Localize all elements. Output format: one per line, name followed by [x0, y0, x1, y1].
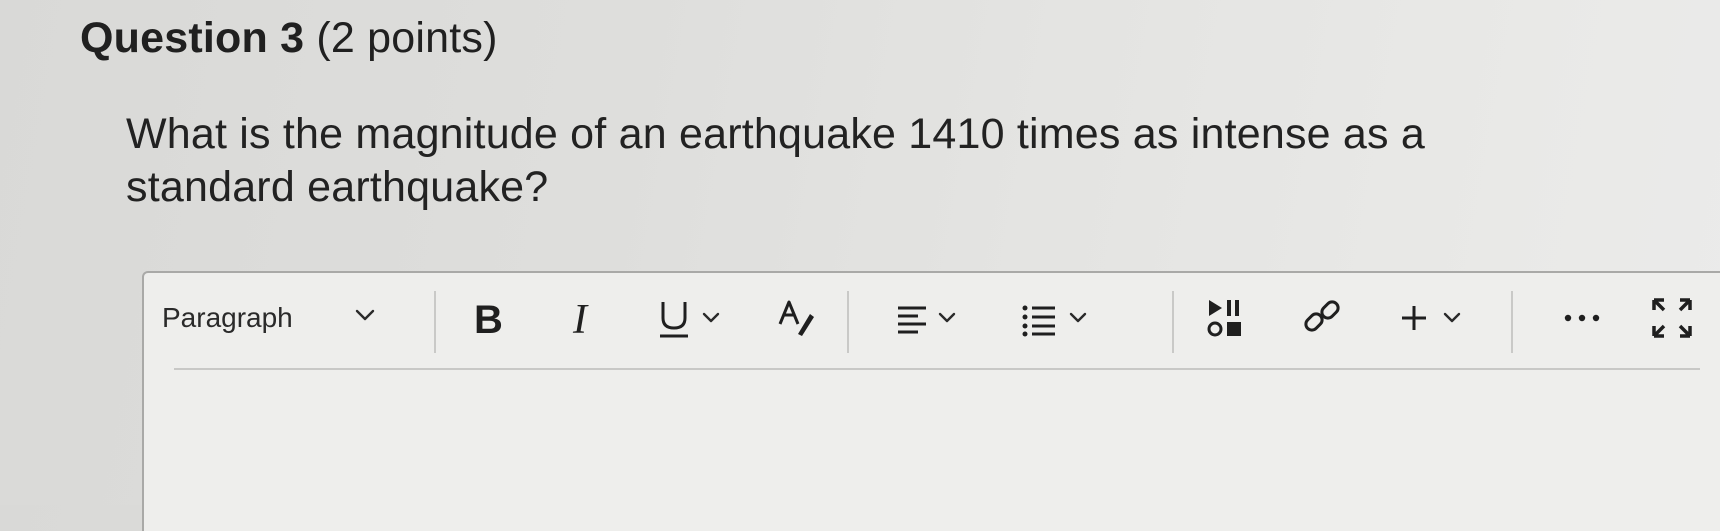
more-icon	[1563, 312, 1603, 324]
media-icon	[1206, 296, 1246, 340]
bold-button[interactable]: B	[471, 293, 511, 343]
link-button[interactable]	[1301, 293, 1345, 343]
chevron-down-icon[interactable]	[1069, 312, 1087, 324]
question-title: Question 3	[80, 14, 305, 62]
italic-icon: I	[569, 296, 603, 340]
insert-button[interactable]	[1399, 293, 1461, 343]
toolbar-divider	[1172, 291, 1174, 353]
question-points: (2 points)	[316, 14, 498, 62]
question-header: Question 3 (2 points)	[80, 14, 498, 63]
toolbar-divider	[1511, 291, 1513, 353]
paragraph-format-label: Paragraph	[162, 302, 293, 333]
svg-text:I: I	[572, 297, 589, 340]
underline-button[interactable]	[656, 293, 720, 343]
list-button[interactable]	[1021, 293, 1087, 343]
chevron-down-icon[interactable]	[938, 312, 956, 324]
align-button[interactable]	[896, 293, 956, 343]
paragraph-format-dropdown[interactable]: Paragraph	[162, 293, 382, 343]
chevron-down-icon[interactable]	[1443, 312, 1461, 324]
link-icon	[1301, 296, 1345, 340]
plus-icon	[1399, 303, 1429, 333]
align-icon	[896, 298, 928, 338]
underline-icon	[656, 296, 692, 340]
toolbar-divider-line	[174, 368, 1700, 370]
toolbar-divider	[847, 291, 849, 353]
text-format-icon	[776, 296, 816, 340]
editor-body[interactable]	[174, 383, 1700, 523]
question-text: What is the magnitude of an earthquake 1…	[126, 110, 1426, 211]
more-button[interactable]	[1563, 293, 1603, 343]
chevron-down-icon	[354, 308, 376, 322]
fullscreen-button[interactable]	[1652, 293, 1692, 343]
text-format-button[interactable]	[776, 293, 816, 343]
toolbar-divider	[434, 291, 436, 353]
chevron-down-icon[interactable]	[702, 312, 720, 324]
bold-icon: B	[471, 296, 511, 340]
fullscreen-icon	[1652, 298, 1692, 338]
rich-text-editor: Paragraph B I	[142, 271, 1720, 531]
italic-button[interactable]: I	[569, 293, 603, 343]
editor-toolbar: Paragraph B I	[144, 273, 1720, 369]
media-button[interactable]	[1206, 293, 1246, 343]
list-icon	[1021, 298, 1057, 338]
svg-text:B: B	[474, 298, 503, 340]
